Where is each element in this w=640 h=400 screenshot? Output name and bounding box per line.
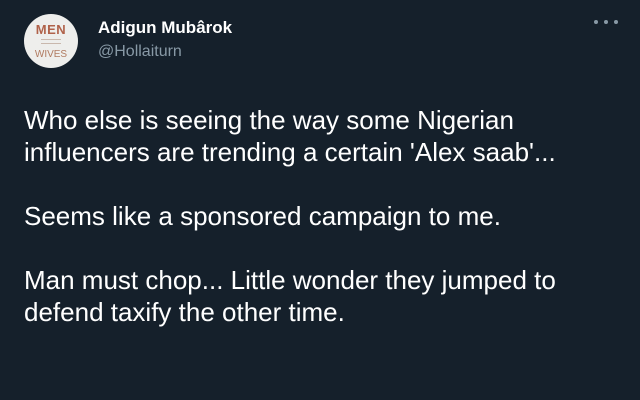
tweet-paragraph: Who else is seeing the way some Nigerian… xyxy=(24,105,556,167)
author-info: Adigun Mubârok @Hollaiturn xyxy=(98,17,232,63)
tweet-text: Who else is seeing the way some Nigerian… xyxy=(24,104,616,328)
author-handle[interactable]: @Hollaiturn xyxy=(98,41,232,63)
more-dot xyxy=(594,20,598,24)
avatar[interactable]: MEN WIVES xyxy=(24,14,78,68)
avatar-title-bottom: WIVES xyxy=(34,49,68,60)
tweet-paragraph: Man must chop... Little wonder they jump… xyxy=(24,265,556,327)
avatar-title-top: MEN xyxy=(35,22,67,37)
author-display-name[interactable]: Adigun Mubârok xyxy=(98,17,232,39)
more-horizontal-icon[interactable] xyxy=(594,14,618,30)
tweet-card: MEN WIVES Adigun Mubârok @Hollaiturn Who… xyxy=(0,0,640,400)
tweet-paragraph: Seems like a sponsored campaign to me. xyxy=(24,201,501,231)
more-dot xyxy=(604,20,608,24)
avatar-decoration xyxy=(41,39,61,47)
more-dot xyxy=(614,20,618,24)
tweet-header: MEN WIVES Adigun Mubârok @Hollaiturn xyxy=(24,14,616,82)
